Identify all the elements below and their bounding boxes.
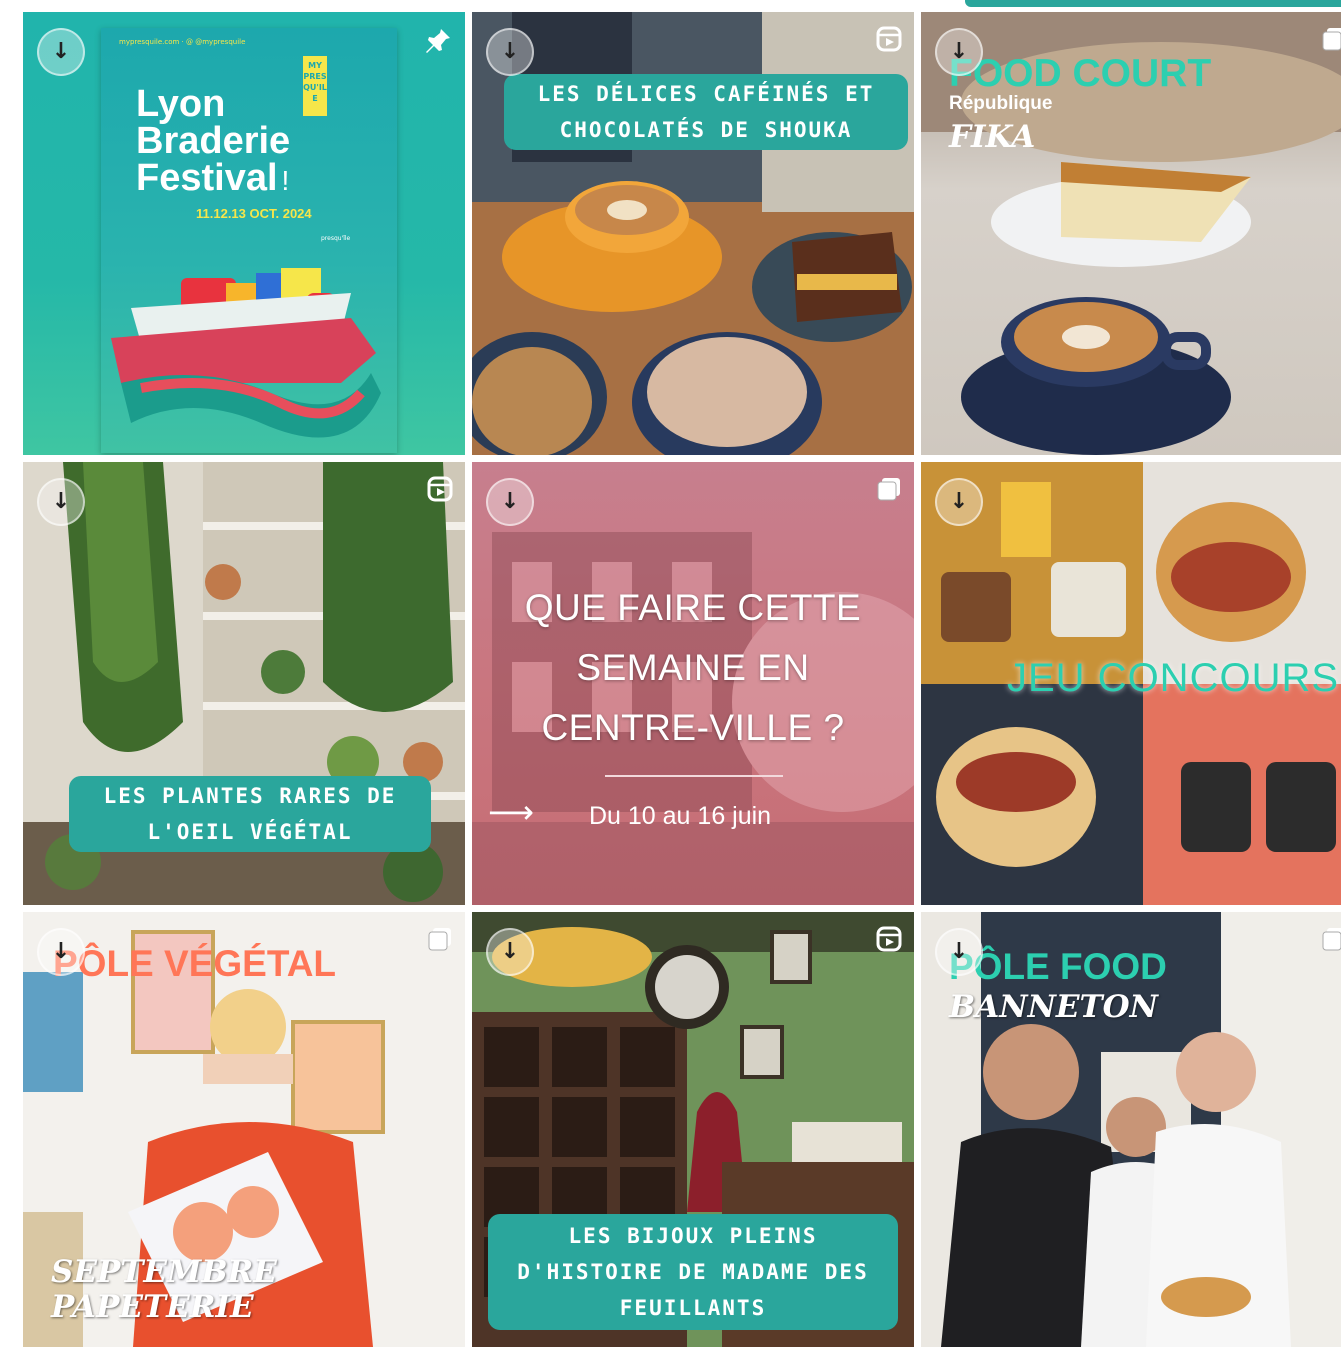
multi-icon xyxy=(427,926,453,952)
post-tile-concours[interactable]: ↓ JEU CONCOURS xyxy=(921,462,1341,905)
septembre-label-line2: PAPETERIE xyxy=(51,1289,254,1325)
download-icon[interactable]: ↓ xyxy=(935,478,983,526)
concours-heading: JEU CONCOURS xyxy=(1007,656,1340,700)
oeil-vegetal-caption-line1: LES PLANTES RARES DE xyxy=(103,784,397,808)
post-tile-shouka[interactable]: ↓ LES DÉLICES CAFÉINÉS ET CHOCOLATÉS DE … xyxy=(472,12,914,455)
multi-icon xyxy=(876,476,902,502)
semaine-divider xyxy=(605,775,783,777)
download-icon[interactable]: ↓ xyxy=(37,28,85,76)
poster-card: mypresquile.com · @ @mypresquile MY PRES… xyxy=(101,28,397,453)
septembre-heading: PÔLE VÉGÉTAL xyxy=(53,943,337,984)
feuillants-caption: LES BIJOUX PLEINS D'HISTOIRE DE MADAME D… xyxy=(488,1214,898,1330)
septembre-label-line1: SEPTEMBRE xyxy=(51,1254,277,1290)
download-icon[interactable]: ↓ xyxy=(486,28,534,76)
feuillants-caption-line3: FEUILLANTS xyxy=(619,1296,767,1320)
post-tile-fika[interactable]: ↓ FOOD COURT République FIKA xyxy=(921,12,1341,455)
arrow-right-icon: ⟶ xyxy=(488,793,534,831)
brand-logo: MY PRES QU'ILE xyxy=(303,56,327,116)
download-icon[interactable]: ↓ xyxy=(37,928,85,976)
post-tile-braderie[interactable]: ↓ mypresquile.com · @ @mypresquile MY PR… xyxy=(23,12,465,455)
post-tile-septembre[interactable]: ↓ PÔLE VÉGÉTAL SEPTEMBRE PAPETERIE xyxy=(23,912,465,1347)
post-tile-semaine[interactable]: ↓ QUE FAIRE CETTE SEMAINE EN CENTRE-VILL… xyxy=(472,462,914,905)
pin-icon xyxy=(423,26,453,56)
oeil-vegetal-caption: LES PLANTES RARES DE L'OEIL VÉGÉTAL xyxy=(69,776,431,852)
semaine-title: QUE FAIRE CETTE SEMAINE EN CENTRE-VILLE … xyxy=(472,578,914,758)
poster-title-line1: Lyon xyxy=(136,83,226,125)
poster-top-line: mypresquile.com · @ @mypresquile xyxy=(119,38,246,46)
shouka-caption-line1: LES DÉLICES CAFÉINÉS ET xyxy=(537,82,875,106)
reel-icon xyxy=(876,26,902,52)
oeil-vegetal-caption-line2: L'OEIL VÉGÉTAL xyxy=(147,820,353,844)
poster-title-line3-wrap: Festival! xyxy=(136,157,290,199)
poster-dates: 11.12.13 OCT. 2024 xyxy=(196,206,312,221)
fika-label: FIKA xyxy=(949,119,1036,155)
shouka-caption-line2: CHOCOLATÉS DE SHOUKA xyxy=(559,118,853,142)
download-icon[interactable]: ↓ xyxy=(935,28,983,76)
semaine-dates: Du 10 au 16 juin xyxy=(589,802,772,830)
download-icon[interactable]: ↓ xyxy=(37,478,85,526)
top-accent-bar xyxy=(965,0,1341,7)
poster-title-line3: Festival xyxy=(136,157,278,199)
post-tile-feuillants[interactable]: ↓ LES BIJOUX PLEINS D'HISTOIRE DE MADAME… xyxy=(472,912,914,1347)
septembre-label: SEPTEMBRE PAPETERIE xyxy=(51,1255,277,1325)
poster-title-line2: Braderie xyxy=(136,120,291,162)
feuillants-caption-line1: LES BIJOUX PLEINS xyxy=(568,1224,818,1248)
semaine-title-line2: SEMAINE EN xyxy=(576,647,810,688)
feuillants-caption-line2: D'HISTOIRE DE MADAME DES xyxy=(517,1260,869,1284)
post-tile-banneton[interactable]: ↓ PÔLE FOOD BANNETON xyxy=(921,912,1341,1347)
post-tile-oeil-vegetal[interactable]: ↓ LES PLANTES RARES DE L'OEIL VÉGÉTAL xyxy=(23,462,465,905)
download-icon[interactable]: ↓ xyxy=(486,928,534,976)
poster-title: Lyon Braderie Festival! xyxy=(136,83,291,199)
multi-icon xyxy=(1321,26,1341,52)
multi-icon xyxy=(1321,926,1341,952)
reel-icon xyxy=(427,476,453,502)
download-icon[interactable]: ↓ xyxy=(486,478,534,526)
shouka-caption: LES DÉLICES CAFÉINÉS ET CHOCOLATÉS DE SH… xyxy=(504,74,908,150)
semaine-title-line3: CENTRE-VILLE ? xyxy=(541,707,845,748)
semaine-title-line1: QUE FAIRE CETTE xyxy=(524,587,862,628)
poster-title-mark: ! xyxy=(281,165,290,196)
poster-illustration xyxy=(111,268,381,438)
banneton-label: BANNETON xyxy=(949,989,1158,1025)
reel-icon xyxy=(876,926,902,952)
fika-subheading: République xyxy=(949,93,1053,114)
fika-heading: FOOD COURT xyxy=(949,52,1212,95)
download-icon[interactable]: ↓ xyxy=(935,928,983,976)
